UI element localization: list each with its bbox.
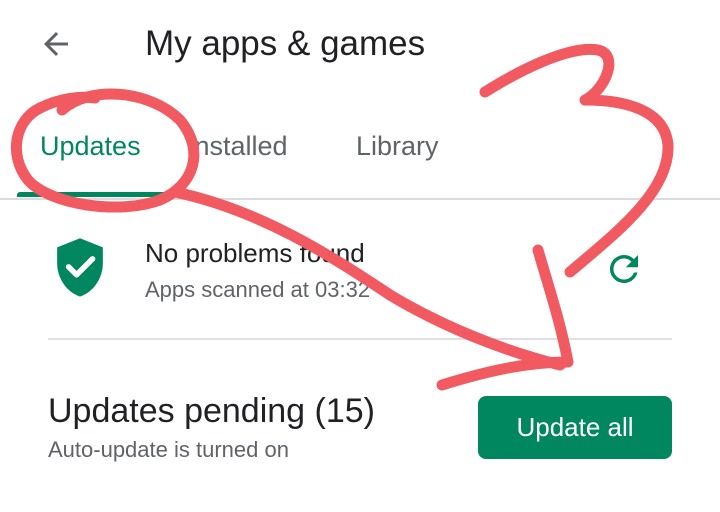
arrow-back-icon[interactable] [38, 26, 74, 62]
play-store-my-apps-screen: My apps & games Updates Installed Librar… [0, 0, 720, 512]
security-scan-time: Apps scanned at 03:32 [145, 277, 371, 302]
divider [48, 338, 672, 340]
auto-update-status: Auto-update is turned on [48, 437, 289, 462]
page-title: My apps & games [145, 24, 426, 63]
tab-updates[interactable]: Updates [40, 128, 141, 164]
tab-installed[interactable]: Installed [187, 128, 288, 164]
annotation-arrow-head [436, 244, 574, 391]
active-tab-indicator [17, 192, 172, 197]
update-all-button[interactable]: Update all [478, 396, 672, 459]
tab-bar: Updates Installed Library [0, 118, 720, 200]
tab-library[interactable]: Library [356, 128, 439, 164]
updates-pending-title: Updates pending (15) [48, 392, 376, 430]
refresh-icon[interactable] [603, 248, 645, 290]
security-status-title: No problems found [145, 238, 365, 268]
shield-check-icon [57, 238, 103, 297]
